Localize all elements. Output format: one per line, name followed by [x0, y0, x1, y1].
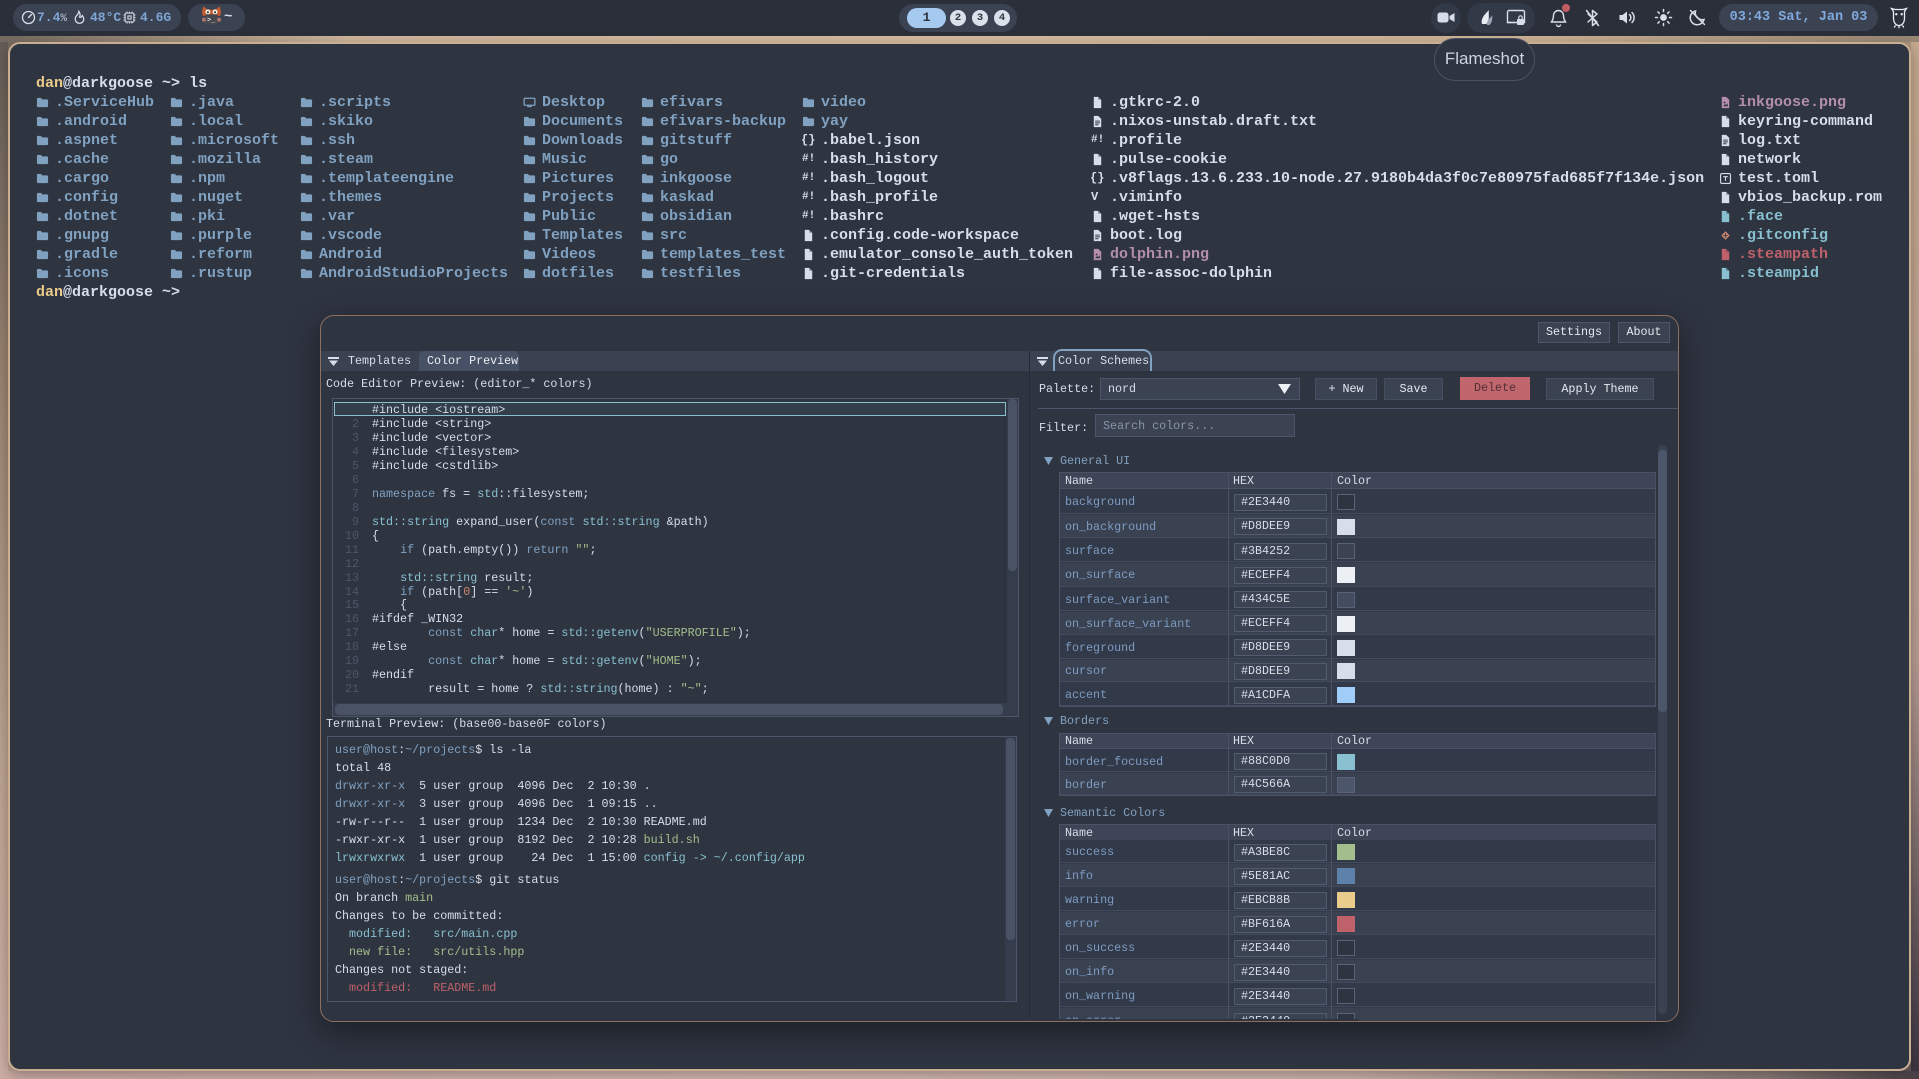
svg-text:>_: >_: [207, 17, 216, 25]
